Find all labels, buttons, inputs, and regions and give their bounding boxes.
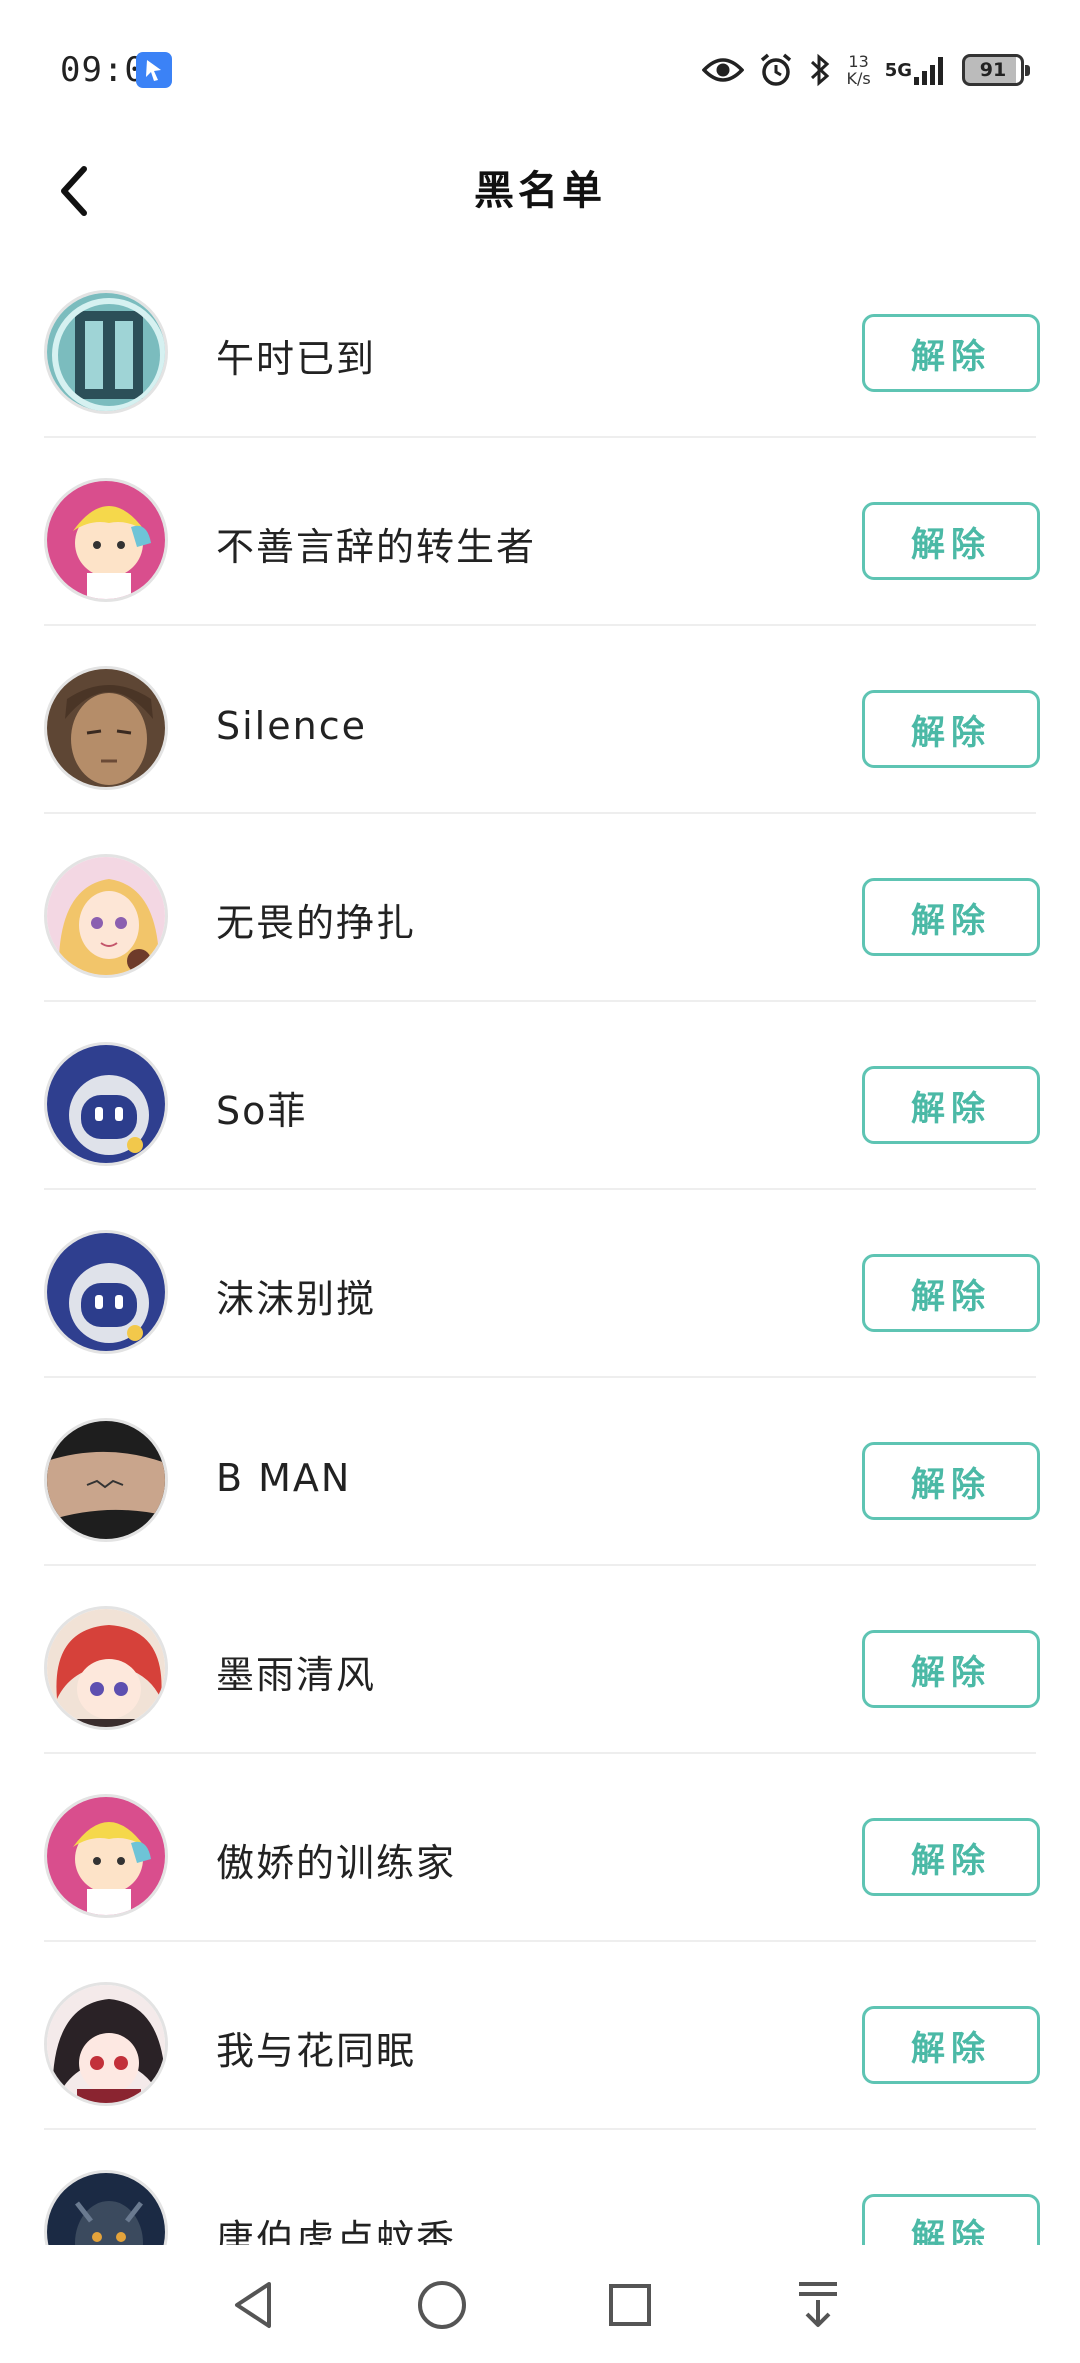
square-recents-icon	[609, 2284, 651, 2326]
username: Silence	[216, 704, 367, 748]
avatar	[44, 1042, 168, 1166]
avatar	[44, 290, 168, 414]
list-item: 墨雨清风 解除	[0, 1566, 1080, 1754]
alarm-icon	[758, 52, 794, 88]
network-speed: 13 K/s	[846, 53, 870, 87]
header: 黑名单	[0, 130, 1080, 250]
eye-icon	[702, 56, 745, 84]
unblock-button[interactable]: 解除	[862, 2006, 1040, 2084]
unblock-button[interactable]: 解除	[862, 690, 1040, 768]
list-item: 不善言辞的转生者 解除	[0, 438, 1080, 626]
username: 沫沫别搅	[216, 1277, 377, 1321]
avatar	[44, 2170, 168, 2245]
cellular-signal-icon: 5G	[885, 53, 948, 87]
pull-down-icon	[799, 2282, 837, 2327]
unblock-button[interactable]: 解除	[862, 1066, 1040, 1144]
nav-recents-button[interactable]	[592, 2267, 668, 2343]
list-item: 沫沫别搅 解除	[0, 1190, 1080, 1378]
battery-icon: 91	[962, 54, 1030, 86]
username: 唐伯虎点蚊香	[216, 2217, 457, 2245]
nav-home-button[interactable]	[404, 2267, 480, 2343]
nav-back-button[interactable]	[216, 2267, 292, 2343]
triangle-back-icon	[235, 2282, 271, 2328]
network-type: 5G	[884, 59, 912, 81]
username: 傲娇的训练家	[216, 1841, 457, 1885]
avatar	[44, 478, 168, 602]
status-bar: 09:09 13 K/s 5G 91	[0, 0, 1080, 130]
unblock-button[interactable]: 解除	[862, 2194, 1040, 2245]
list-item: 傲娇的训练家 解除	[0, 1754, 1080, 1942]
circle-home-icon	[418, 2281, 466, 2329]
list-item: So菲 解除	[0, 1002, 1080, 1190]
unblock-button[interactable]: 解除	[862, 1254, 1040, 1332]
avatar	[44, 666, 168, 790]
list-item: 午时已到 解除	[0, 250, 1080, 438]
username: 墨雨清风	[216, 1653, 377, 1697]
bluetooth-icon	[808, 52, 832, 88]
list-item: B MAN 解除	[0, 1378, 1080, 1566]
unblock-button[interactable]: 解除	[862, 1442, 1040, 1520]
username: 午时已到	[216, 337, 377, 381]
list-item: 唐伯虎点蚊香 解除	[0, 2130, 1080, 2245]
unblock-button[interactable]: 解除	[862, 1630, 1040, 1708]
page-title: 黑名单	[474, 168, 606, 214]
avatar	[44, 1418, 168, 1542]
battery-level: 91	[979, 59, 1007, 81]
username: B MAN	[216, 1456, 352, 1500]
list-item: 无畏的挣扎 解除	[0, 814, 1080, 1002]
unblock-button[interactable]: 解除	[862, 502, 1040, 580]
list-item: 我与花同眠 解除	[0, 1942, 1080, 2130]
system-nav-bar	[0, 2245, 1080, 2363]
status-icons: 13 K/s 5G 91	[702, 48, 1030, 92]
nav-notifications-button[interactable]	[780, 2267, 856, 2343]
avatar	[44, 1982, 168, 2106]
username: So菲	[216, 1089, 308, 1133]
avatar	[44, 1606, 168, 1730]
username: 我与花同眠	[216, 2029, 417, 2073]
unblock-button[interactable]: 解除	[862, 878, 1040, 956]
net-speed-unit: K/s	[846, 69, 871, 88]
list-item: Silence 解除	[0, 626, 1080, 814]
unblock-button[interactable]: 解除	[862, 1818, 1040, 1896]
unblock-button[interactable]: 解除	[862, 314, 1040, 392]
avatar	[44, 1230, 168, 1354]
avatar	[44, 1794, 168, 1918]
username: 不善言辞的转生者	[216, 525, 537, 569]
username: 无畏的挣扎	[216, 901, 417, 945]
avatar	[44, 854, 168, 978]
app-notification-icon	[136, 52, 172, 88]
blacklist: 午时已到 解除 不善言辞的转生者 解除 Silence 解除 无畏的挣扎 解除 …	[0, 250, 1080, 2245]
